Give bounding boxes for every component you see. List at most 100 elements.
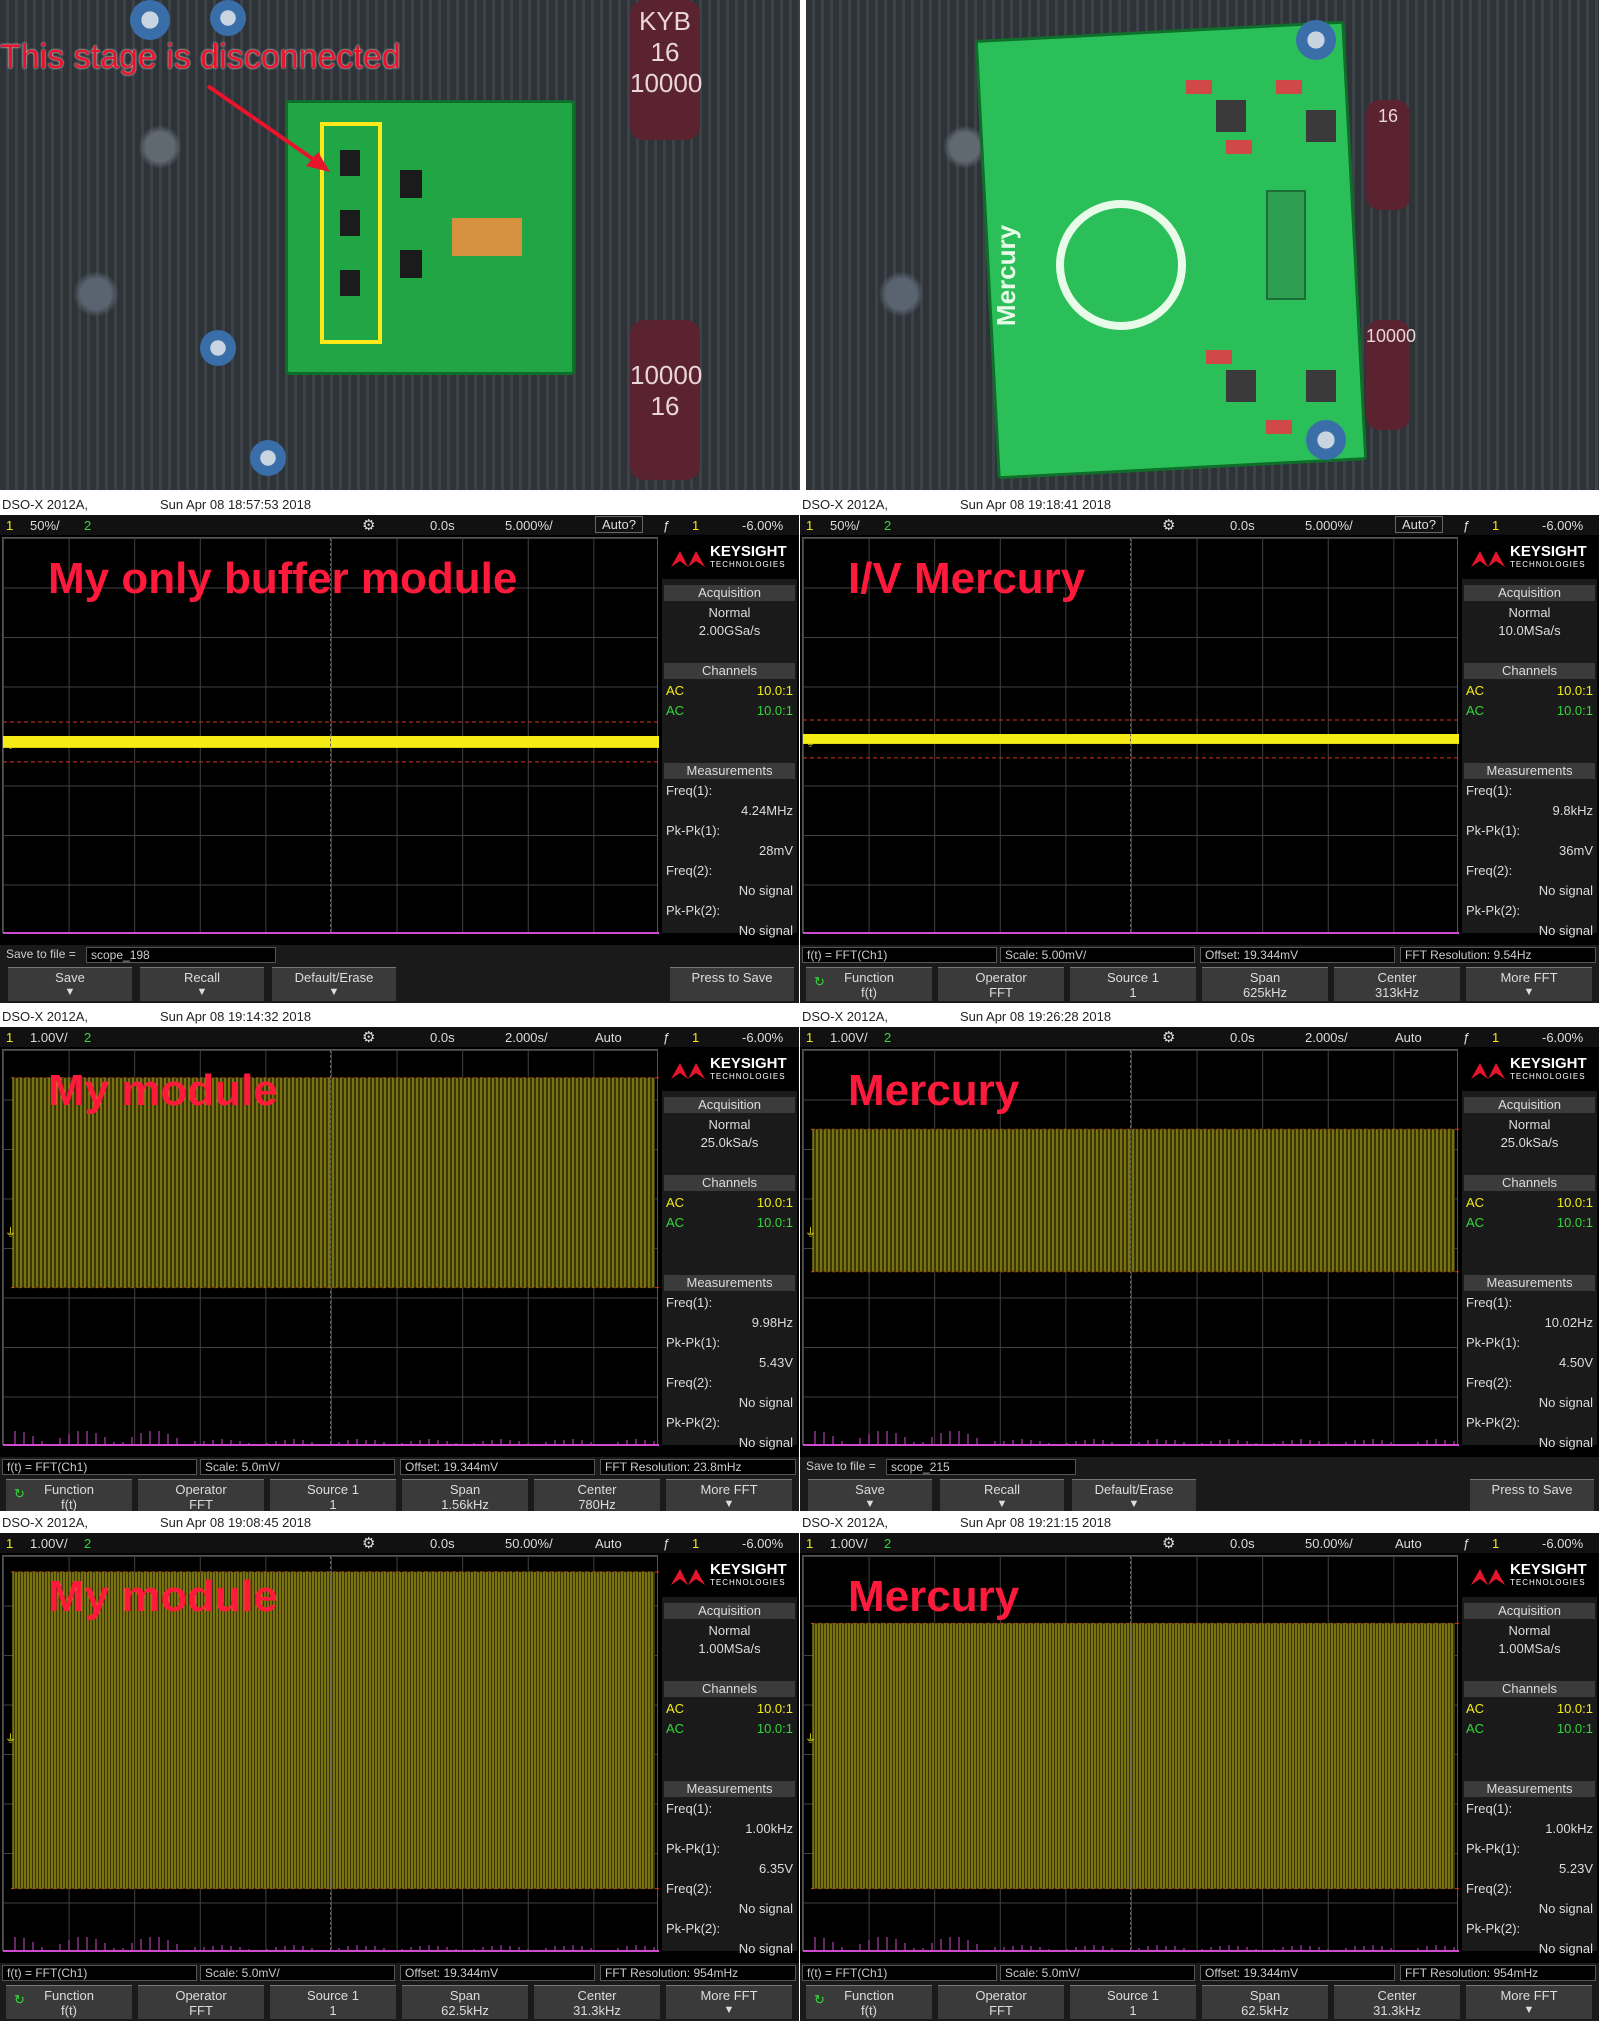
channel-coupling[interactable]: AC xyxy=(666,1195,684,1210)
channel-coupling[interactable]: AC xyxy=(666,1701,684,1716)
fft-softkey-2[interactable]: Operator FFT xyxy=(138,1479,264,1513)
channel-coupling[interactable]: AC xyxy=(666,1215,684,1230)
channel-probe[interactable]: 10.0:1 xyxy=(1557,1721,1593,1736)
acquisition-header[interactable]: Acquisition xyxy=(664,1603,795,1619)
channel-1-scale[interactable]: 1.00V/ xyxy=(30,1536,68,1551)
channel-coupling[interactable]: AC xyxy=(1466,683,1484,698)
fft-softkey-5[interactable]: Center 313kHz xyxy=(1334,967,1460,1001)
channels-header[interactable]: Channels xyxy=(664,1175,795,1191)
channel-coupling[interactable]: AC xyxy=(666,683,684,698)
save-file-name[interactable]: scope_198 xyxy=(86,947,276,963)
measurements-header[interactable]: Measurements xyxy=(1464,1275,1595,1291)
channel-probe[interactable]: 10.0:1 xyxy=(757,683,793,698)
fft-softkey-4[interactable]: Span 625kHz xyxy=(1202,967,1328,1001)
channel-probe[interactable]: 10.0:1 xyxy=(757,1701,793,1716)
channels-header[interactable]: Channels xyxy=(1464,1681,1595,1697)
fft-softkey-6[interactable]: More FFT ▼ xyxy=(666,1479,792,1513)
measurements-header[interactable]: Measurements xyxy=(664,1781,795,1797)
channels-header[interactable]: Channels xyxy=(1464,663,1595,679)
channel-1-number[interactable]: 1 xyxy=(806,1536,813,1551)
gear-icon[interactable]: ⚙ xyxy=(362,1534,375,1552)
trigger-mode[interactable]: Auto xyxy=(595,1030,622,1045)
press-to-save-button[interactable]: Press to Save xyxy=(670,967,794,1001)
measurements-header[interactable]: Measurements xyxy=(664,763,795,779)
gear-icon[interactable]: ⚙ xyxy=(1162,1028,1175,1046)
channel-2-number[interactable]: 2 xyxy=(84,518,91,533)
fft-softkey-4[interactable]: Span 1.56kHz xyxy=(402,1479,528,1513)
recall-button[interactable]: Recall ▼ xyxy=(140,967,264,1001)
save-button[interactable]: Save ▼ xyxy=(808,1479,932,1513)
gear-icon[interactable]: ⚙ xyxy=(1162,516,1175,534)
channel-1-scale[interactable]: 1.00V/ xyxy=(830,1536,868,1551)
default-erase-button[interactable]: Default/Erase ▼ xyxy=(1072,1479,1196,1513)
channel-probe[interactable]: 10.0:1 xyxy=(1557,703,1593,718)
trigger-mode[interactable]: Auto xyxy=(595,1536,622,1551)
channel-1-scale[interactable]: 1.00V/ xyxy=(830,1030,868,1045)
save-button[interactable]: Save ▼ xyxy=(8,967,132,1001)
channel-coupling[interactable]: AC xyxy=(1466,1195,1484,1210)
channel-probe[interactable]: 10.0:1 xyxy=(757,1721,793,1736)
channel-2-number[interactable]: 2 xyxy=(84,1030,91,1045)
time-scale[interactable]: 5.000%/ xyxy=(505,518,553,533)
channel-probe[interactable]: 10.0:1 xyxy=(1557,1215,1593,1230)
acquisition-header[interactable]: Acquisition xyxy=(1464,1603,1595,1619)
channels-header[interactable]: Channels xyxy=(664,1681,795,1697)
fft-softkey-3[interactable]: Source 11 xyxy=(270,1479,396,1513)
channel-1-scale[interactable]: 1.00V/ xyxy=(30,1030,68,1045)
channel-1-number[interactable]: 1 xyxy=(6,1030,13,1045)
acquisition-header[interactable]: Acquisition xyxy=(664,585,795,601)
gear-icon[interactable]: ⚙ xyxy=(1162,1534,1175,1552)
channels-header[interactable]: Channels xyxy=(664,663,795,679)
fft-softkey-5[interactable]: Center 780Hz xyxy=(534,1479,660,1513)
save-file-name[interactable]: scope_215 xyxy=(886,1459,1076,1475)
channel-1-scale[interactable]: 50%/ xyxy=(830,518,860,533)
channel-probe[interactable]: 10.0:1 xyxy=(757,703,793,718)
time-scale[interactable]: 50.00%/ xyxy=(505,1536,553,1551)
channel-1-scale[interactable]: 50%/ xyxy=(30,518,60,533)
channel-probe[interactable]: 10.0:1 xyxy=(1557,1701,1593,1716)
acquisition-header[interactable]: Acquisition xyxy=(664,1097,795,1113)
trigger-mode[interactable]: Auto? xyxy=(1395,516,1443,533)
channel-1-number[interactable]: 1 xyxy=(6,518,13,533)
time-scale[interactable]: 2.000s/ xyxy=(505,1030,548,1045)
channel-coupling[interactable]: AC xyxy=(1466,703,1484,718)
channel-1-number[interactable]: 1 xyxy=(806,1030,813,1045)
fft-softkey-1[interactable]: Function f(t) ↻ xyxy=(806,967,932,1001)
channel-coupling[interactable]: AC xyxy=(666,1721,684,1736)
gear-icon[interactable]: ⚙ xyxy=(362,516,375,534)
channel-1-number[interactable]: 1 xyxy=(6,1536,13,1551)
default-erase-button[interactable]: Default/Erase ▼ xyxy=(272,967,396,1001)
fft-softkey-1[interactable]: Function f(t) ↻ xyxy=(6,1479,132,1513)
channels-header[interactable]: Channels xyxy=(1464,1175,1595,1191)
fft-softkey-3[interactable]: Source 11 xyxy=(1070,967,1196,1001)
channel-probe[interactable]: 10.0:1 xyxy=(757,1215,793,1230)
gear-icon[interactable]: ⚙ xyxy=(362,1028,375,1046)
trigger-mode[interactable]: Auto xyxy=(1395,1536,1422,1551)
measurements-header[interactable]: Measurements xyxy=(664,1275,795,1291)
fft-softkey-6[interactable]: More FFT ▼ xyxy=(1466,967,1592,1001)
measurements-header[interactable]: Measurements xyxy=(1464,1781,1595,1797)
recall-button[interactable]: Recall ▼ xyxy=(940,1479,1064,1513)
acquisition-header[interactable]: Acquisition xyxy=(1464,1097,1595,1113)
channel-2-number[interactable]: 2 xyxy=(884,518,891,533)
time-scale[interactable]: 50.00%/ xyxy=(1305,1536,1353,1551)
channel-coupling[interactable]: AC xyxy=(666,703,684,718)
time-scale[interactable]: 2.000s/ xyxy=(1305,1030,1348,1045)
channel-1-number[interactable]: 1 xyxy=(806,518,813,533)
channel-coupling[interactable]: AC xyxy=(1466,1215,1484,1230)
press-to-save-button[interactable]: Press to Save xyxy=(1470,1479,1594,1513)
fft-softkey-2[interactable]: Operator FFT xyxy=(938,967,1064,1001)
channel-2-number[interactable]: 2 xyxy=(884,1030,891,1045)
measurements-header[interactable]: Measurements xyxy=(1464,763,1595,779)
channel-2-number[interactable]: 2 xyxy=(84,1536,91,1551)
channel-coupling[interactable]: AC xyxy=(1466,1701,1484,1716)
channel-probe[interactable]: 10.0:1 xyxy=(1557,683,1593,698)
channel-probe[interactable]: 10.0:1 xyxy=(1557,1195,1593,1210)
channel-coupling[interactable]: AC xyxy=(1466,1721,1484,1736)
trigger-mode[interactable]: Auto xyxy=(1395,1030,1422,1045)
time-scale[interactable]: 5.000%/ xyxy=(1305,518,1353,533)
trigger-mode[interactable]: Auto? xyxy=(595,516,643,533)
channel-2-number[interactable]: 2 xyxy=(884,1536,891,1551)
channel-probe[interactable]: 10.0:1 xyxy=(757,1195,793,1210)
acquisition-header[interactable]: Acquisition xyxy=(1464,585,1595,601)
